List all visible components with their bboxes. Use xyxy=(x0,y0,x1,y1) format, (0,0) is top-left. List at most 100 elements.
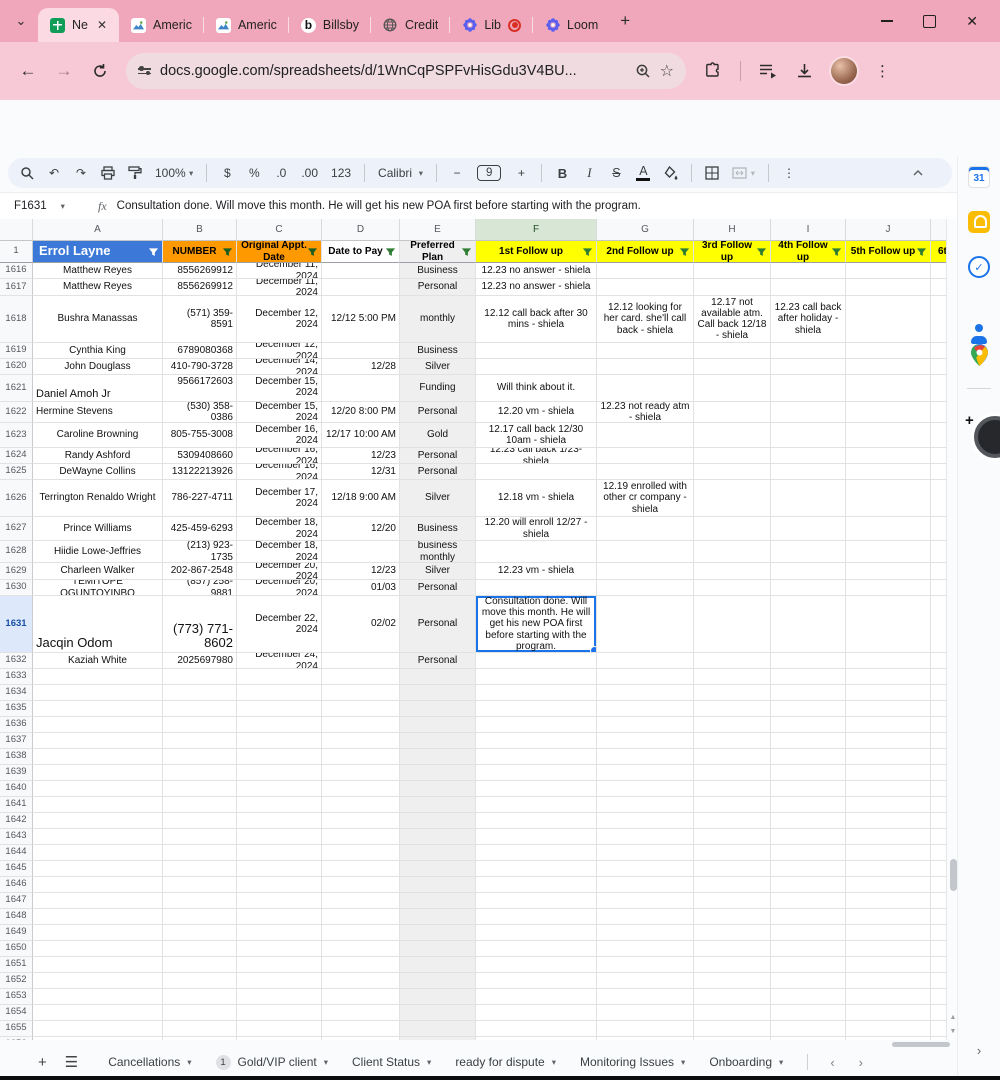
cell-H1644[interactable] xyxy=(694,845,771,861)
cell-B1624[interactable]: 5309408660 xyxy=(163,448,237,464)
cell-I1623[interactable] xyxy=(771,423,846,448)
cell-C1645[interactable] xyxy=(237,861,322,877)
cell-F1632[interactable] xyxy=(476,653,597,669)
sheet-tab-caret[interactable]: ▾ xyxy=(779,1057,783,1068)
header-cell-E[interactable]: Preferred Plan xyxy=(400,241,476,263)
cell-H1655[interactable] xyxy=(694,1021,771,1037)
cell-K1620[interactable] xyxy=(931,359,946,375)
cell-G1651[interactable] xyxy=(597,957,694,973)
cell-K1647[interactable] xyxy=(931,893,946,909)
fill-handle[interactable] xyxy=(590,646,597,653)
sheet-nav-right[interactable]: › xyxy=(849,1055,873,1070)
cell-K1630[interactable] xyxy=(931,580,946,596)
cell-E1622[interactable]: Personal xyxy=(400,402,476,423)
cell-B1626[interactable]: 786-227-4711 xyxy=(163,480,237,517)
cell-I1649[interactable] xyxy=(771,925,846,941)
cell-A1620[interactable]: John Douglass xyxy=(33,359,163,375)
cell-F1635[interactable] xyxy=(476,701,597,717)
sheet-tab-caret[interactable]: ▾ xyxy=(187,1057,191,1068)
cell-J1624[interactable] xyxy=(846,448,931,464)
row-header-1623[interactable]: 1623 xyxy=(0,423,33,448)
column-header-F[interactable]: F xyxy=(476,219,597,241)
cell-K1625[interactable] xyxy=(931,464,946,480)
cell-G1626[interactable]: 12.19 enrolled with other cr company - s… xyxy=(597,480,694,517)
tab-close-icon[interactable]: ✕ xyxy=(97,18,107,32)
cell-E1632[interactable]: Personal xyxy=(400,653,476,669)
cell-I1636[interactable] xyxy=(771,717,846,733)
cell-G1652[interactable] xyxy=(597,973,694,989)
cell-B1620[interactable]: 410-790-3728 xyxy=(163,359,237,375)
cell-A1647[interactable] xyxy=(33,893,163,909)
column-header-G[interactable]: G xyxy=(597,219,694,241)
cell-I1641[interactable] xyxy=(771,797,846,813)
cell-D1624[interactable]: 12/23 xyxy=(322,448,400,464)
cell-F1642[interactable] xyxy=(476,813,597,829)
cell-H1645[interactable] xyxy=(694,861,771,877)
cell-J1630[interactable] xyxy=(846,580,931,596)
all-sheets-button[interactable]: ☰ xyxy=(65,1053,78,1071)
cell-B1650[interactable] xyxy=(163,941,237,957)
filter-icon[interactable] xyxy=(916,246,927,257)
row-header-1622[interactable]: 1622 xyxy=(0,402,33,423)
cell-G1634[interactable] xyxy=(597,685,694,701)
cell-I1639[interactable] xyxy=(771,765,846,781)
cell-D1617[interactable] xyxy=(322,279,400,296)
cell-H1651[interactable] xyxy=(694,957,771,973)
row-header-1627[interactable]: 1627 xyxy=(0,517,33,541)
cell-H1638[interactable] xyxy=(694,749,771,765)
cell-B1629[interactable]: 202-867-2548 xyxy=(163,563,237,580)
cell-K1618[interactable] xyxy=(931,296,946,343)
cell-K1636[interactable] xyxy=(931,717,946,733)
cell-J1649[interactable] xyxy=(846,925,931,941)
cell-K1634[interactable] xyxy=(931,685,946,701)
cell-K1629[interactable] xyxy=(931,563,946,580)
cell-A1650[interactable] xyxy=(33,941,163,957)
column-header-K[interactable] xyxy=(931,219,946,241)
cell-J1638[interactable] xyxy=(846,749,931,765)
cell-C1622[interactable]: December 15, 2024 xyxy=(237,402,322,423)
cell-F1646[interactable] xyxy=(476,877,597,893)
cell-J1629[interactable] xyxy=(846,563,931,580)
cell-C1652[interactable] xyxy=(237,973,322,989)
cell-K1621[interactable] xyxy=(931,375,946,402)
cell-G1650[interactable] xyxy=(597,941,694,957)
filter-icon[interactable] xyxy=(222,246,233,257)
tab-search-button[interactable]: ⌄ xyxy=(8,8,34,34)
cell-C1620[interactable]: December 14, 2024 xyxy=(237,359,322,375)
borders-button[interactable] xyxy=(705,166,719,180)
sheet-tab-monitoring-issues[interactable]: Monitoring Issues▾ xyxy=(568,1048,697,1076)
cell-J1637[interactable] xyxy=(846,733,931,749)
cell-H1636[interactable] xyxy=(694,717,771,733)
header-cell-I[interactable]: 4th Follow up xyxy=(771,241,846,263)
cell-C1639[interactable] xyxy=(237,765,322,781)
cell-C1616[interactable]: December 11, 2024 xyxy=(237,263,322,279)
cell-K1655[interactable] xyxy=(931,1021,946,1037)
cell-G1640[interactable] xyxy=(597,781,694,797)
cell-B1627[interactable]: 425-459-6293 xyxy=(163,517,237,541)
cell-E1653[interactable] xyxy=(400,989,476,1005)
cell-E1624[interactable]: Personal xyxy=(400,448,476,464)
extensions-icon[interactable] xyxy=(704,62,722,80)
cell-H1641[interactable] xyxy=(694,797,771,813)
column-header-A[interactable]: A xyxy=(33,219,163,241)
cell-K1631[interactable] xyxy=(931,596,946,653)
cell-D1648[interactable] xyxy=(322,909,400,925)
cell-I1651[interactable] xyxy=(771,957,846,973)
cell-E1623[interactable]: Gold xyxy=(400,423,476,448)
cell-G1655[interactable] xyxy=(597,1021,694,1037)
format-percent-button[interactable]: % xyxy=(247,166,261,180)
cell-A1616[interactable]: Matthew Reyes xyxy=(33,263,163,279)
cell-G1618[interactable]: 12.12 looking for her card. she'll call … xyxy=(597,296,694,343)
cell-C1653[interactable] xyxy=(237,989,322,1005)
cell-H1623[interactable] xyxy=(694,423,771,448)
zoom-select[interactable]: 100% ▾ xyxy=(155,166,193,180)
cell-B1645[interactable] xyxy=(163,861,237,877)
cell-E1654[interactable] xyxy=(400,1005,476,1021)
cell-I1621[interactable] xyxy=(771,375,846,402)
undo-icon[interactable]: ↶ xyxy=(47,166,61,180)
cell-G1629[interactable] xyxy=(597,563,694,580)
cell-H1619[interactable] xyxy=(694,343,771,359)
cell-H1649[interactable] xyxy=(694,925,771,941)
cell-D1633[interactable] xyxy=(322,669,400,685)
cell-B1616[interactable]: 8556269912 xyxy=(163,263,237,279)
